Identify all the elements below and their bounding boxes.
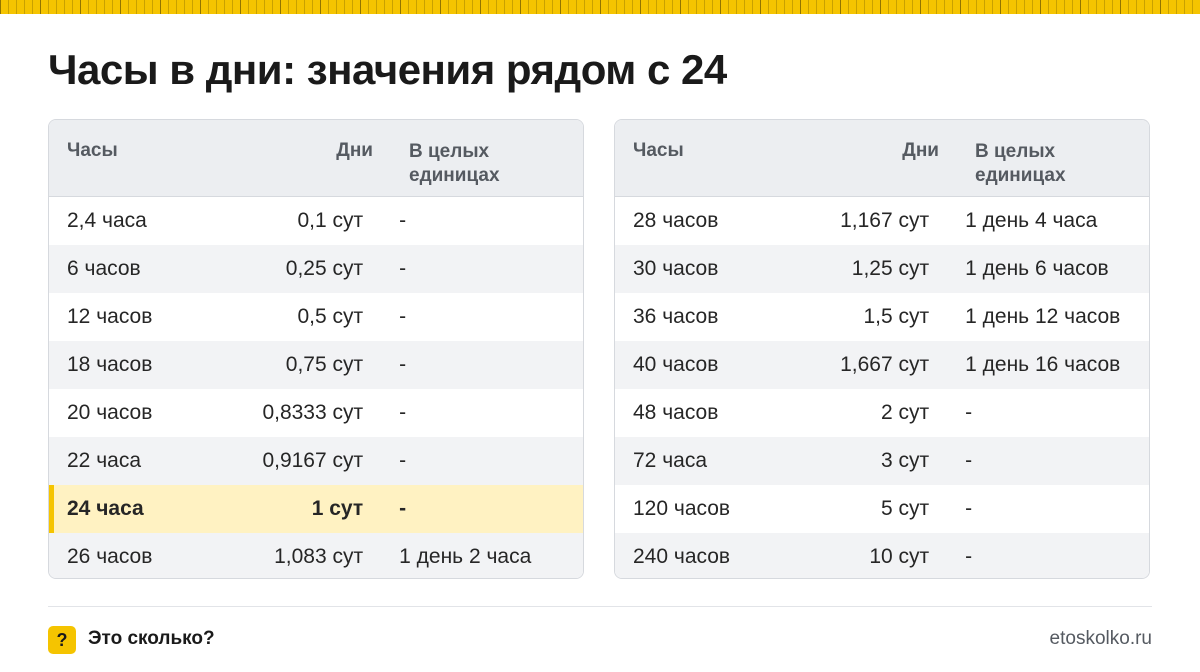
cell-whole: 1 день 4 часа	[965, 209, 1098, 232]
cell-whole: 1 день 12 часов	[965, 305, 1121, 328]
cell-whole: 1 день 2 часа	[399, 545, 532, 568]
table-row: 12 часов 0,5 сут -	[49, 293, 583, 341]
cell-whole: 1 день 6 часов	[965, 257, 1109, 280]
header-whole-units: В целых единицах	[373, 120, 579, 196]
cell-days: 0,8333 сут	[262, 401, 364, 424]
cell-days: 3 сут	[880, 449, 930, 472]
ruler-strip	[0, 0, 1200, 14]
header-whole-units: В целых единицах	[939, 120, 1145, 196]
cell-days: 0,1 сут	[297, 209, 364, 232]
cell-hours: 24 часа	[67, 497, 144, 520]
table-body: 28 часов 1,167 сут 1 день 4 часа 30 часо…	[615, 197, 1149, 578]
cell-whole: -	[965, 497, 973, 520]
cell-days: 1,667 сут	[840, 353, 930, 376]
table-row: 26 часов 1,083 сут 1 день 2 часа	[49, 533, 583, 578]
table-row: 36 часов 1,5 сут 1 день 12 часов	[615, 293, 1149, 341]
cell-whole: -	[399, 257, 407, 280]
cell-hours: 18 часов	[67, 353, 153, 376]
table-header: Часы Дни В целых единицах	[49, 120, 583, 197]
hours-table-left: Часы Дни В целых единицах 2,4 часа 0,1 с…	[48, 119, 584, 579]
cell-days: 1 сут	[311, 497, 364, 520]
table-row: 22 часа 0,9167 сут -	[49, 437, 583, 485]
cell-days: 0,75 сут	[285, 353, 364, 376]
cell-days: 10 сут	[869, 545, 930, 568]
cell-whole: -	[399, 449, 407, 472]
cell-days: 0,9167 сут	[262, 449, 364, 472]
cell-hours: 120 часов	[633, 497, 731, 520]
cell-whole: -	[399, 497, 407, 520]
cell-days: 1,083 сут	[274, 545, 364, 568]
cell-hours: 12 часов	[67, 305, 153, 328]
cell-hours: 36 часов	[633, 305, 719, 328]
cell-days: 0,5 сут	[297, 305, 364, 328]
header-hours: Часы	[633, 140, 684, 161]
table-header: Часы Дни В целых единицах	[615, 120, 1149, 197]
question-mark-icon: ?	[48, 626, 76, 654]
page-title: Часы в дни: значения рядом с 24	[48, 46, 727, 93]
cell-whole: -	[965, 545, 973, 568]
table-row: 240 часов 10 сут -	[615, 533, 1149, 578]
table-row: 120 часов 5 сут -	[615, 485, 1149, 533]
table-body: 2,4 часа 0,1 сут - 6 часов 0,25 сут - 12…	[49, 197, 583, 578]
cell-days: 1,167 сут	[840, 209, 930, 232]
cell-hours: 20 часов	[67, 401, 153, 424]
table-row: 30 часов 1,25 сут 1 день 6 часов	[615, 245, 1149, 293]
cell-hours: 48 часов	[633, 401, 719, 424]
cell-whole: -	[399, 401, 407, 424]
cell-whole: -	[399, 209, 407, 232]
highlighted-row: 24 часа 1 сут -	[49, 485, 583, 533]
table-row: 6 часов 0,25 сут -	[49, 245, 583, 293]
cell-hours: 72 часа	[633, 449, 707, 472]
cell-hours: 30 часов	[633, 257, 719, 280]
table-row: 48 часов 2 сут -	[615, 389, 1149, 437]
cell-hours: 28 часов	[633, 209, 719, 232]
brand-name: Это сколько?	[88, 628, 215, 649]
header-whole-line1: В целых	[409, 141, 490, 162]
cell-hours: 40 часов	[633, 353, 719, 376]
cell-hours: 240 часов	[633, 545, 731, 568]
cell-hours: 26 часов	[67, 545, 153, 568]
header-whole-line2: единицах	[975, 165, 1066, 186]
cell-days: 5 сут	[880, 497, 930, 520]
table-row: 72 часа 3 сут -	[615, 437, 1149, 485]
cell-hours: 2,4 часа	[67, 209, 147, 232]
cell-hours: 22 часа	[67, 449, 141, 472]
table-row: 18 часов 0,75 сут -	[49, 341, 583, 389]
header-hours: Часы	[67, 140, 118, 161]
cell-days: 1,5 сут	[863, 305, 930, 328]
cell-whole: -	[399, 353, 407, 376]
footer-divider	[48, 606, 1152, 607]
header-days: Дни	[902, 140, 939, 161]
cell-days: 2 сут	[880, 401, 930, 424]
cell-whole: -	[399, 305, 407, 328]
cell-days: 0,25 сут	[285, 257, 364, 280]
table-row: 28 часов 1,167 сут 1 день 4 часа	[615, 197, 1149, 245]
table-row: 40 часов 1,667 сут 1 день 16 часов	[615, 341, 1149, 389]
header-whole-line2: единицах	[409, 165, 500, 186]
cell-whole: -	[965, 449, 973, 472]
site-link[interactable]: etoskolko.ru	[1050, 628, 1152, 650]
header-days: Дни	[336, 140, 373, 161]
table-row: 2,4 часа 0,1 сут -	[49, 197, 583, 245]
cell-hours: 6 часов	[67, 257, 141, 280]
hours-table-right: Часы Дни В целых единицах 28 часов 1,167…	[614, 119, 1150, 579]
cell-days: 1,25 сут	[851, 257, 930, 280]
cell-whole: 1 день 16 часов	[965, 353, 1121, 376]
cell-whole: -	[965, 401, 973, 424]
table-row: 20 часов 0,8333 сут -	[49, 389, 583, 437]
header-whole-line1: В целых	[975, 141, 1056, 162]
